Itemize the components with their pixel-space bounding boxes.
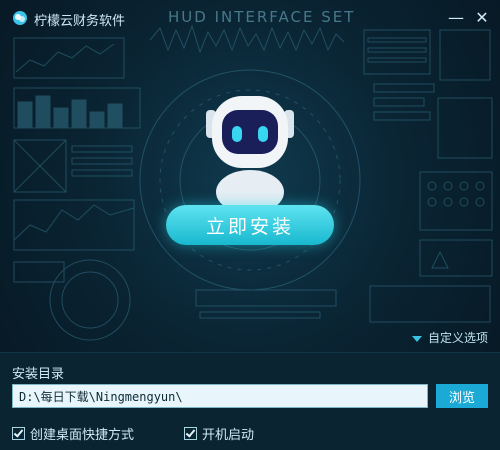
create-shortcut-label: 创建桌面快捷方式 [30,428,135,443]
create-shortcut-checkbox[interactable]: 创建桌面快捷方式 [12,424,134,443]
robot-mascot-icon [206,96,294,212]
install-now-button[interactable]: 立即安装 [166,205,334,245]
title-bar[interactable]: 柠檬云财务软件 — ✕ [0,0,500,36]
install-path-input[interactable] [13,385,427,407]
lemon-cloud-logo-icon [13,11,27,25]
browse-button[interactable]: 浏览 [436,384,488,408]
close-button[interactable]: ✕ [470,6,494,30]
startup-label: 开机启动 [202,428,255,443]
install-path-field[interactable] [12,384,428,408]
checkbox-checked-icon [12,427,25,440]
installer-window: HUD INTERFACE SET 柠檬云财务软件 — ✕ 立即安装 自定义选项… [0,0,500,450]
startup-checkbox[interactable]: 开机启动 [184,424,254,443]
custom-options-toggle[interactable]: 自定义选项 [411,329,488,346]
minimize-button[interactable]: — [444,6,468,30]
triangle-down-icon [411,335,422,342]
checkbox-checked-icon [184,427,197,440]
custom-options-label: 自定义选项 [427,331,488,345]
install-dir-label: 安装目录 [12,367,65,382]
window-title: 柠檬云财务软件 [34,14,126,29]
